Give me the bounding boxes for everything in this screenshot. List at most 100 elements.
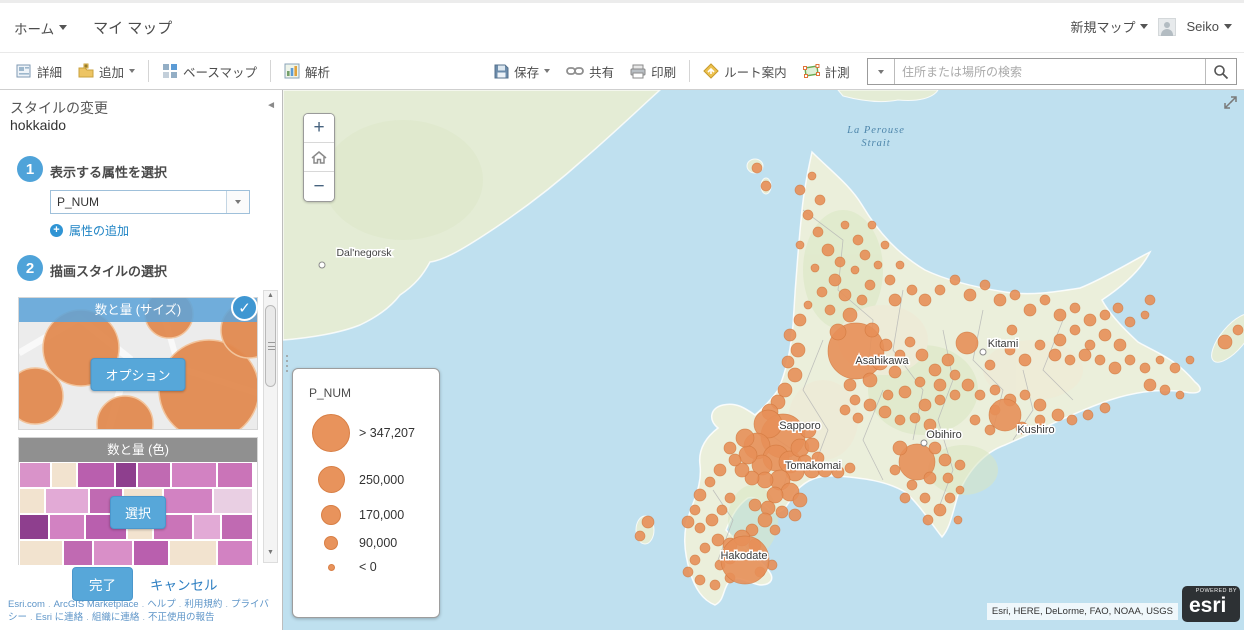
feature-symbol[interactable] — [683, 567, 693, 577]
feature-symbol[interactable] — [791, 343, 805, 357]
feature-symbol[interactable] — [956, 332, 978, 354]
feature-symbol[interactable] — [1140, 363, 1150, 373]
feature-symbol[interactable] — [706, 514, 718, 526]
analysis-button[interactable]: 解析 — [276, 58, 338, 84]
feature-symbol[interactable] — [830, 324, 846, 340]
basemap-button[interactable]: ベースマップ — [154, 58, 265, 84]
feature-symbol[interactable] — [1079, 349, 1091, 361]
feature-symbol[interactable] — [1034, 399, 1046, 411]
feature-symbol[interactable] — [990, 385, 1000, 395]
feature-symbol[interactable] — [885, 275, 895, 285]
feature-symbol[interactable] — [962, 379, 974, 391]
feature-symbol[interactable] — [700, 543, 710, 553]
feature-symbol[interactable] — [714, 464, 726, 476]
feature-symbol[interactable] — [1109, 362, 1121, 374]
expand-icon[interactable] — [1222, 95, 1238, 111]
home-button[interactable] — [304, 143, 334, 172]
feature-symbol[interactable] — [907, 285, 917, 295]
feature-symbol[interactable] — [695, 523, 705, 533]
feature-symbol[interactable] — [919, 294, 931, 306]
feature-symbol[interactable] — [682, 516, 694, 528]
feature-symbol[interactable] — [757, 472, 773, 488]
feature-symbol[interactable] — [705, 477, 715, 487]
feature-symbol[interactable] — [935, 395, 945, 405]
feature-symbol[interactable] — [1176, 391, 1184, 399]
feature-symbol[interactable] — [839, 289, 851, 301]
feature-symbol[interactable] — [717, 505, 727, 515]
feature-symbol[interactable] — [752, 163, 762, 173]
feature-symbol[interactable] — [695, 575, 705, 585]
feature-symbol[interactable] — [788, 368, 802, 382]
feature-symbol[interactable] — [985, 425, 995, 435]
details-button[interactable]: 詳細 — [8, 58, 70, 84]
panel-drag-handle[interactable] — [285, 352, 289, 375]
feature-symbol[interactable] — [642, 516, 654, 528]
feature-symbol[interactable] — [980, 280, 990, 290]
attribute-select[interactable]: P_NUM — [50, 190, 250, 214]
feature-symbol[interactable] — [929, 364, 941, 376]
select-arrow[interactable] — [226, 191, 249, 213]
feature-symbol[interactable] — [1070, 303, 1080, 313]
feature-symbol[interactable] — [934, 504, 946, 516]
zoom-out-button[interactable]: − — [304, 172, 334, 201]
feature-symbol[interactable] — [920, 493, 930, 503]
feature-symbol[interactable] — [758, 513, 772, 527]
feature-symbol[interactable] — [1052, 409, 1064, 421]
feature-symbol[interactable] — [1054, 334, 1066, 346]
feature-symbol[interactable] — [767, 487, 783, 503]
feature-symbol[interactable] — [1125, 317, 1135, 327]
feature-symbol[interactable] — [899, 386, 911, 398]
feature-symbol[interactable] — [865, 323, 879, 337]
feature-symbol[interactable] — [815, 195, 825, 205]
feature-symbol[interactable] — [934, 379, 946, 391]
feature-symbol[interactable] — [950, 370, 960, 380]
feature-symbol[interactable] — [1054, 309, 1066, 321]
user-menu[interactable]: Seiko — [1186, 19, 1232, 34]
feature-symbol[interactable] — [794, 314, 806, 326]
footer-link[interactable]: Esri に連絡 — [36, 612, 84, 623]
feature-symbol[interactable] — [943, 473, 953, 483]
feature-symbol[interactable] — [1085, 340, 1095, 350]
feature-symbol[interactable] — [844, 379, 856, 391]
feature-symbol[interactable] — [776, 506, 788, 518]
feature-symbol[interactable] — [924, 472, 936, 484]
feature-symbol[interactable] — [761, 181, 771, 191]
feature-symbol[interactable] — [893, 441, 907, 455]
feature-symbol[interactable] — [795, 185, 805, 195]
style-card-size[interactable]: 数と量 (サイズ) ✓ オプション — [18, 297, 258, 430]
feature-symbol[interactable] — [939, 454, 951, 466]
feature-symbol[interactable] — [889, 294, 901, 306]
feature-symbol[interactable] — [1100, 403, 1110, 413]
feature-symbol[interactable] — [863, 373, 877, 387]
cancel-link[interactable]: キャンセル — [150, 574, 218, 594]
feature-symbol[interactable] — [1113, 303, 1123, 313]
add-button[interactable]: 追加 — [70, 58, 143, 84]
measure-button[interactable]: 計測 — [795, 58, 858, 84]
feature-symbol[interactable] — [793, 493, 807, 507]
home-menu[interactable]: ホーム — [14, 18, 67, 38]
feature-symbol[interactable] — [1007, 325, 1017, 335]
feature-symbol[interactable] — [950, 390, 960, 400]
feature-symbol[interactable] — [1040, 295, 1050, 305]
done-button[interactable]: 完了 — [72, 567, 133, 601]
footer-link[interactable]: Esri.com — [8, 599, 45, 610]
feature-symbol[interactable] — [739, 446, 757, 464]
feature-symbol[interactable] — [907, 480, 917, 490]
feature-symbol[interactable] — [900, 493, 910, 503]
feature-symbol[interactable] — [955, 460, 965, 470]
feature-symbol[interactable] — [829, 274, 841, 286]
feature-symbol[interactable] — [879, 406, 891, 418]
save-button[interactable]: 保存 — [486, 58, 558, 84]
feature-symbol[interactable] — [1070, 325, 1080, 335]
feature-symbol[interactable] — [864, 399, 876, 411]
feature-symbol[interactable] — [910, 413, 920, 423]
feature-symbol[interactable] — [1170, 363, 1180, 373]
add-attribute-link[interactable]: + 属性の追加 — [50, 222, 129, 239]
feature-symbol[interactable] — [851, 266, 859, 274]
feature-symbol[interactable] — [840, 405, 850, 415]
feature-symbol[interactable] — [825, 305, 835, 315]
feature-symbol[interactable] — [1144, 379, 1156, 391]
feature-symbol[interactable] — [1141, 311, 1149, 319]
feature-symbol[interactable] — [865, 280, 875, 290]
scrollbar-thumb[interactable] — [265, 305, 276, 387]
